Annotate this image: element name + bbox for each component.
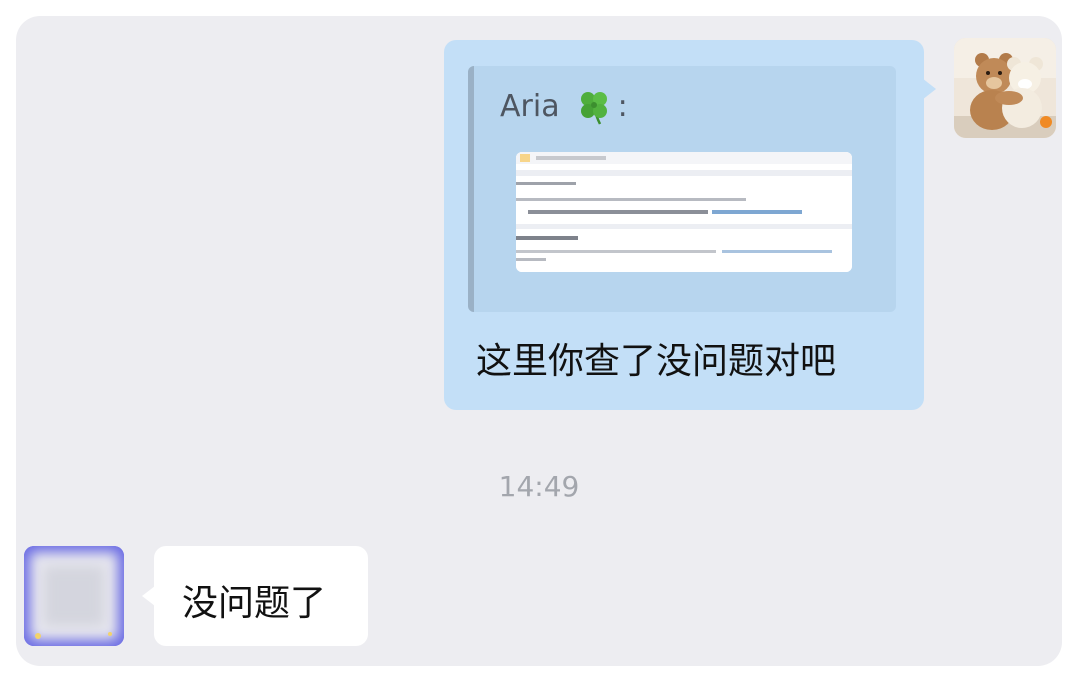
outgoing-message-bubble[interactable]: Aria : 这里你查了没问题对吧 xyxy=(444,40,924,410)
sender-avatar[interactable] xyxy=(954,38,1056,138)
teddy-bears-avatar-icon xyxy=(954,38,1056,138)
quoted-message[interactable]: Aria : xyxy=(468,66,896,312)
contact-avatar[interactable] xyxy=(24,546,124,646)
incoming-message-bubble[interactable]: 没问题了 xyxy=(154,546,368,646)
outgoing-message-text: 这里你查了没问题对吧 xyxy=(476,341,837,382)
quote-sender-name: Aria xyxy=(500,88,560,124)
timestamp-text: 14:49 xyxy=(498,470,580,503)
quote-bar xyxy=(468,66,474,312)
chat-panel: Aria : 这里你查了没问题对吧 14:49 没问题了 xyxy=(16,16,1062,666)
screenshot-thumbnail-image xyxy=(516,152,852,272)
four-leaf-clover-icon xyxy=(580,92,607,125)
blurred-avatar-icon xyxy=(24,546,124,646)
quote-sender-line: Aria : xyxy=(500,86,628,126)
screenshot-thumbnail[interactable] xyxy=(516,152,852,272)
bubble-tail xyxy=(922,78,936,100)
message-timestamp: 14:49 xyxy=(16,470,1062,503)
quote-sender-colon: : xyxy=(617,88,628,124)
incoming-message-text: 没问题了 xyxy=(182,583,327,624)
